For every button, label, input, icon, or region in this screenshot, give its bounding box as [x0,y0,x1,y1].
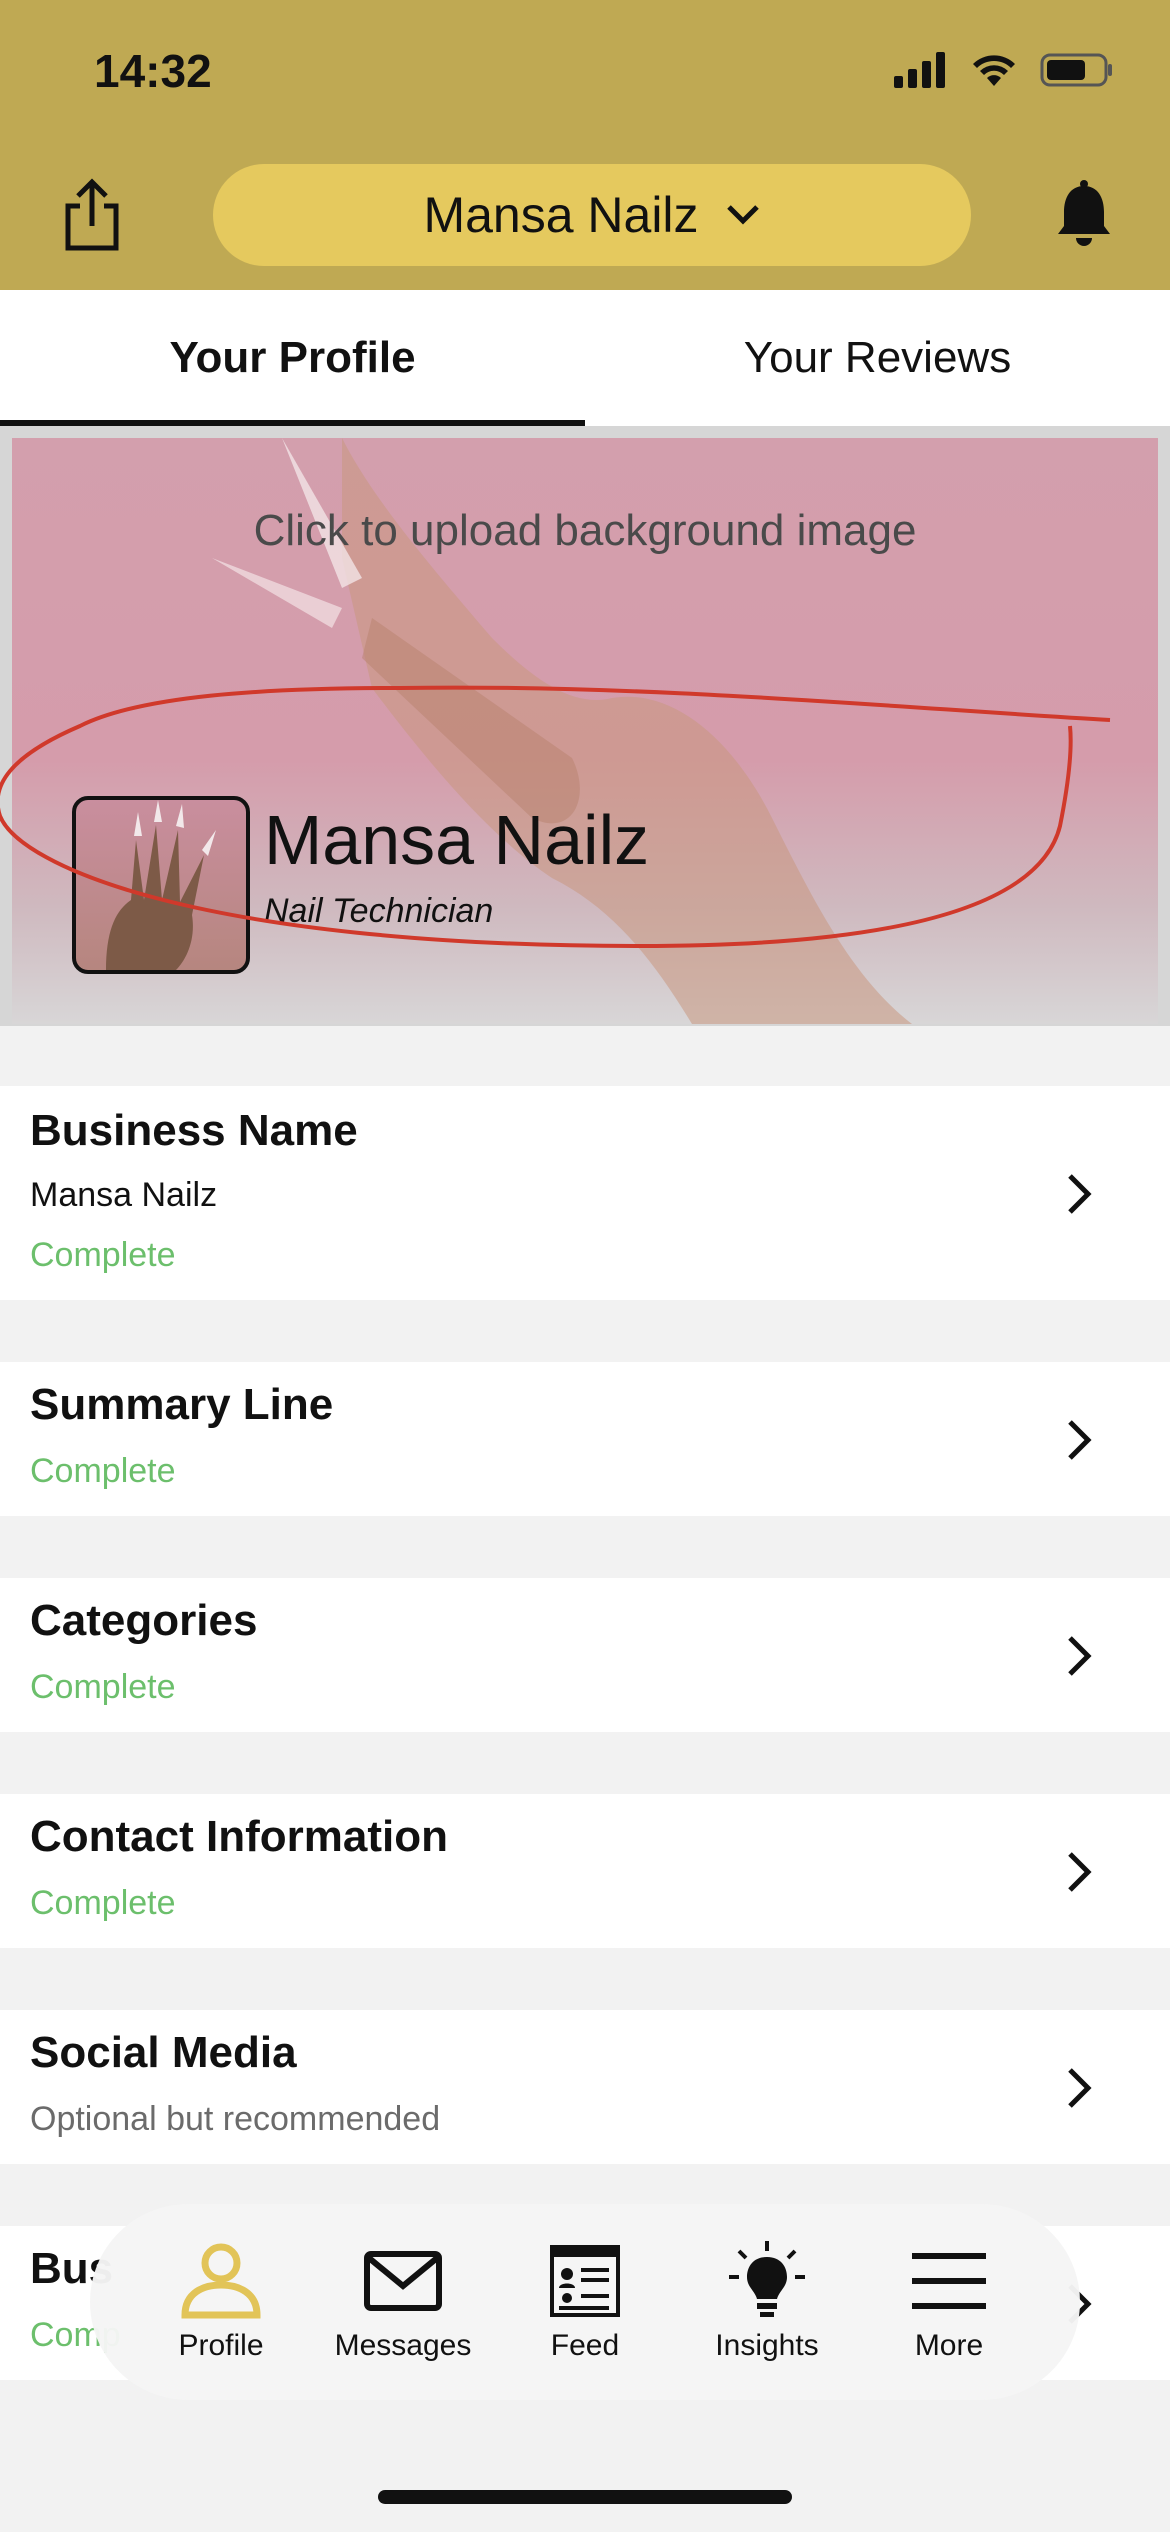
nav-item-profile[interactable]: Profile [136,2241,306,2363]
section-title: Contact Information [30,1812,448,1861]
profile-name: Mansa Nailz [264,801,650,879]
section-summary-line[interactable]: Summary Line Complete [0,1362,1170,1516]
section-status: Optional but recommended [30,2100,441,2138]
home-indicator [378,2490,792,2504]
tab-your-reviews[interactable]: Your Reviews [585,290,1170,426]
nav-label: Insights [715,2329,819,2362]
share-button[interactable] [60,178,124,252]
section-status: Complete [30,1884,176,1922]
profile-banner: Click to upload background image Mansa N… [0,426,1170,1026]
chevron-down-icon [726,205,759,225]
profile-tabs: Your Profile Your Reviews [0,290,1170,426]
business-selector[interactable]: Mansa Nailz [213,164,971,266]
status-time: 14:32 [94,45,212,97]
section-title: Summary Line [30,1380,334,1429]
nav-item-feed[interactable]: Feed [500,2241,670,2363]
section-status: Complete [30,1452,176,1490]
section-categories[interactable]: Categories Complete [0,1578,1170,1732]
section-status: Complete [30,1668,176,1706]
signal-icon [894,52,945,88]
nav-label: More [914,2329,984,2362]
profile-role: Nail Technician [264,892,494,930]
section-status: Complete [30,1236,176,1274]
section-value: Mansa Nailz [30,1176,218,1214]
chevron-right-icon [1068,1852,1092,1892]
avatar-hand-image [106,800,216,970]
app-header: 14:32 Mansa Nailz [0,0,1170,290]
business-selector-label: Mansa Nailz [423,187,699,243]
section-title: Social Media [30,2028,297,2077]
battery-icon [1040,53,1112,87]
notifications-button[interactable] [1054,180,1114,250]
background-image-upload[interactable]: Click to upload background image Mansa N… [12,438,1158,1024]
section-title: Business Name [30,1106,358,1155]
chevron-right-icon [1068,1636,1092,1676]
section-social-media[interactable]: Social Media Optional but recommended [0,2010,1170,2164]
section-business-name[interactable]: Business Name Mansa Nailz Complete [0,1086,1170,1300]
nav-label: Profile [178,2329,264,2362]
nav-label: Feed [550,2329,620,2362]
bell-icon [1058,180,1110,246]
envelope-icon [364,2251,442,2311]
tab-your-profile[interactable]: Your Profile [0,290,585,426]
avatar[interactable] [72,796,250,974]
bottom-nav: Profile Messages Feed Insights More [90,2204,1080,2400]
wifi-icon [973,55,1015,86]
nav-label: Messages [334,2329,472,2362]
chevron-right-icon [1068,2068,1092,2108]
section-contact-information[interactable]: Contact Information Complete [0,1794,1170,1948]
lightbulb-icon [729,2241,805,2317]
nav-item-more[interactable]: More [864,2241,1034,2363]
upload-background-prompt: Click to upload background image [253,506,917,555]
nav-item-insights[interactable]: Insights [682,2241,852,2363]
newspaper-icon [550,2245,620,2317]
share-icon [65,178,119,251]
status-icons [894,52,1114,88]
section-title: Categories [30,1596,258,1645]
person-icon [181,2243,261,2319]
menu-icon [912,2253,986,2309]
chevron-right-icon [1068,1420,1092,1460]
nav-item-messages[interactable]: Messages [318,2241,488,2363]
chevron-right-icon [1068,1174,1092,1214]
